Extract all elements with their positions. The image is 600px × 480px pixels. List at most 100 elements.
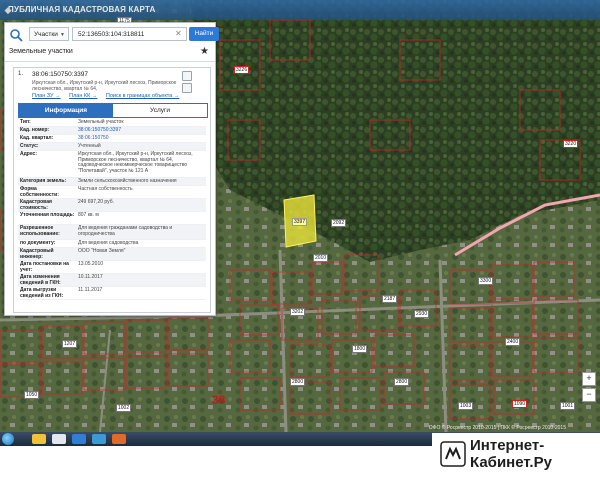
info-key: Статус: <box>20 143 39 149</box>
info-tabs: Информация Услуги <box>18 103 208 118</box>
zoom-out-button[interactable]: − <box>582 388 596 402</box>
search-in-bounds-link[interactable]: Поиск в границах объекта → <box>106 93 179 99</box>
info-row: Кадастровая стоимость: 249 697,20 руб. <box>18 199 206 212</box>
zoom-in-button[interactable]: + <box>582 372 596 386</box>
plot-label: 2800 <box>394 378 410 386</box>
logo-icon <box>440 441 466 467</box>
start-button[interactable] <box>2 433 14 445</box>
info-value: Для ведения гражданами садоводства и ого… <box>78 225 173 237</box>
info-table: Тип: Земельный участок Кад. номер: 38:06:15… <box>18 119 206 300</box>
top-bar: ПУБЛИЧНАЯ КАДАСТРОВАЯ КАРТА ◆ <box>0 0 600 20</box>
info-value: 11.11.2017 <box>78 287 103 293</box>
info-row: Категория земель: Земли сельскохозяйствен… <box>18 178 206 186</box>
plot-label: 1003 <box>458 402 474 410</box>
info-row: по документу: Для ведения садоводства <box>18 240 206 248</box>
screen: ПУБЛИЧНАЯ КАДАСТРОВАЯ КАРТА ◆ 1175 3226 … <box>0 0 600 432</box>
info-row: Тип: Земельный участок <box>18 119 206 127</box>
info-row: Статус: Учтенный <box>18 143 206 151</box>
browser-icon[interactable] <box>112 434 126 444</box>
app-title: ПУБЛИЧНАЯ КАДАСТРОВАЯ КАРТА <box>8 5 156 14</box>
search-input[interactable] <box>72 27 187 41</box>
info-value: 807 кв. м <box>78 212 99 218</box>
info-key: Категория земель: <box>20 178 67 184</box>
plan-kk-link[interactable]: План КК → <box>69 93 97 99</box>
info-key: Разрешенное использование: <box>20 225 60 237</box>
plot-label: 1050 <box>24 391 40 399</box>
info-value: Частная собственность <box>78 186 133 192</box>
district-number: 38 <box>212 393 226 407</box>
info-key: Кад. квартал: <box>20 135 54 141</box>
info-value: Земли сельскохозяйственного назначения <box>78 178 177 184</box>
result-cad-number[interactable]: 38:06:150750:3397 <box>32 71 88 78</box>
plot-label: 2092 <box>331 219 347 227</box>
info-value: 13.05.2010 <box>78 261 104 267</box>
info-value: Иркутская обл., Иркутский р-н, Иркутский… <box>78 151 193 174</box>
plot-label: 1090 <box>512 400 528 408</box>
explorer-icon[interactable] <box>32 434 46 444</box>
info-value[interactable]: 38:06:150750 <box>78 135 204 142</box>
print-icon[interactable] <box>182 71 192 81</box>
divider <box>5 61 215 62</box>
object-type-value: Участки <box>34 31 58 38</box>
info-key: Уточненная площадь: <box>20 212 75 218</box>
info-value: Учтенный <box>78 143 101 149</box>
plot-label: 3220 <box>563 140 579 148</box>
info-row: Уточненная площадь: 807 кв. м <box>18 212 206 225</box>
plot-label: 2010 <box>313 254 329 262</box>
result-card: 1. 38:06:150750:3397 Иркутская обл., Ирк… <box>13 67 211 313</box>
info-row: Дата постановки на учет: 13.05.2010 <box>18 261 206 274</box>
plot-label: 1001 <box>560 402 576 410</box>
info-key: Форма собственности: <box>20 186 59 198</box>
plot-label: 3300 <box>478 277 494 285</box>
tab-services[interactable]: Услуги <box>113 104 207 117</box>
app-icon[interactable] <box>92 434 106 444</box>
info-value[interactable]: 38:06:150750:3397 <box>78 127 204 134</box>
find-button[interactable]: Найти <box>189 27 219 41</box>
object-type-select[interactable]: Участки ▼ <box>29 27 69 41</box>
chevron-down-icon: ▼ <box>60 32 65 38</box>
watermark-text: Интернет- Кабинет.Ру <box>470 437 552 471</box>
app-icon[interactable] <box>72 434 86 444</box>
share-icon[interactable] <box>182 83 192 93</box>
search-row: Участки ▼ ✕ Найти <box>9 27 219 43</box>
section-header: Земельные участки ★ <box>9 45 211 59</box>
map-attribution: ОФО © Росреестр 2010-2015 | ПКК © Росрее… <box>428 425 566 431</box>
info-value: Для ведения садоводства <box>78 240 139 246</box>
info-row: Дата выгрузки сведений из ГКН: 11.11.2017 <box>18 287 206 300</box>
search-icon <box>10 29 23 42</box>
info-row: Дата изменения сведений в ГКН: 10.11.2017 <box>18 274 206 287</box>
search-panel: Участки ▼ ✕ Найти Земельные участки ★ 1.… <box>4 22 219 316</box>
watermark-line2: Кабинет.Ру <box>470 454 552 471</box>
info-row: Разрешенное использование: Для ведения гр… <box>18 225 206 240</box>
app-icon[interactable] <box>52 434 66 444</box>
plot-label: 2800 <box>290 378 306 386</box>
info-key: Дата изменения сведений в ГКН: <box>20 274 61 286</box>
plot-label: 3226 <box>234 66 250 74</box>
info-row: Кад. квартал: 38:06:150750 <box>18 135 206 143</box>
result-address: Иркутская обл., Иркутский р-н, Иркутский… <box>32 80 177 92</box>
info-value: 249 697,20 руб. <box>78 199 114 205</box>
info-row: Кад. номер: 38:06:150750:3397 <box>18 127 206 135</box>
plot-label: 3202 <box>290 308 306 316</box>
info-key: Дата постановки на учет: <box>20 261 69 273</box>
card-actions <box>182 71 206 101</box>
info-row: Форма собственности: Частная собственност… <box>18 186 206 199</box>
watermark-line1: Интернет- <box>470 437 545 454</box>
selected-parcel-label[interactable]: 3397 <box>292 218 308 226</box>
plot-label: 2930 <box>414 310 430 318</box>
clear-icon[interactable]: ✕ <box>175 28 182 40</box>
plot-label: 1002 <box>116 404 132 412</box>
star-icon[interactable]: ★ <box>200 46 209 58</box>
info-key: Кадастровая стоимость: <box>20 199 52 211</box>
plot-label: 2187 <box>382 295 398 303</box>
info-value: Земельный участок <box>78 119 124 125</box>
plot-label: 2400 <box>505 338 521 346</box>
map-pin-icon: ◆ <box>4 5 12 15</box>
info-key: Тип: <box>20 119 31 125</box>
result-number: 1. <box>18 71 24 77</box>
watermark: Интернет- Кабинет.Ру <box>432 433 600 480</box>
plot-label: 1207 <box>62 340 78 348</box>
tab-information[interactable]: Информация <box>19 104 113 117</box>
info-row: Адрес: Иркутская обл., Иркутский р-н, Ирк… <box>18 151 206 178</box>
plan-zu-link[interactable]: План ЗУ → <box>32 93 61 99</box>
